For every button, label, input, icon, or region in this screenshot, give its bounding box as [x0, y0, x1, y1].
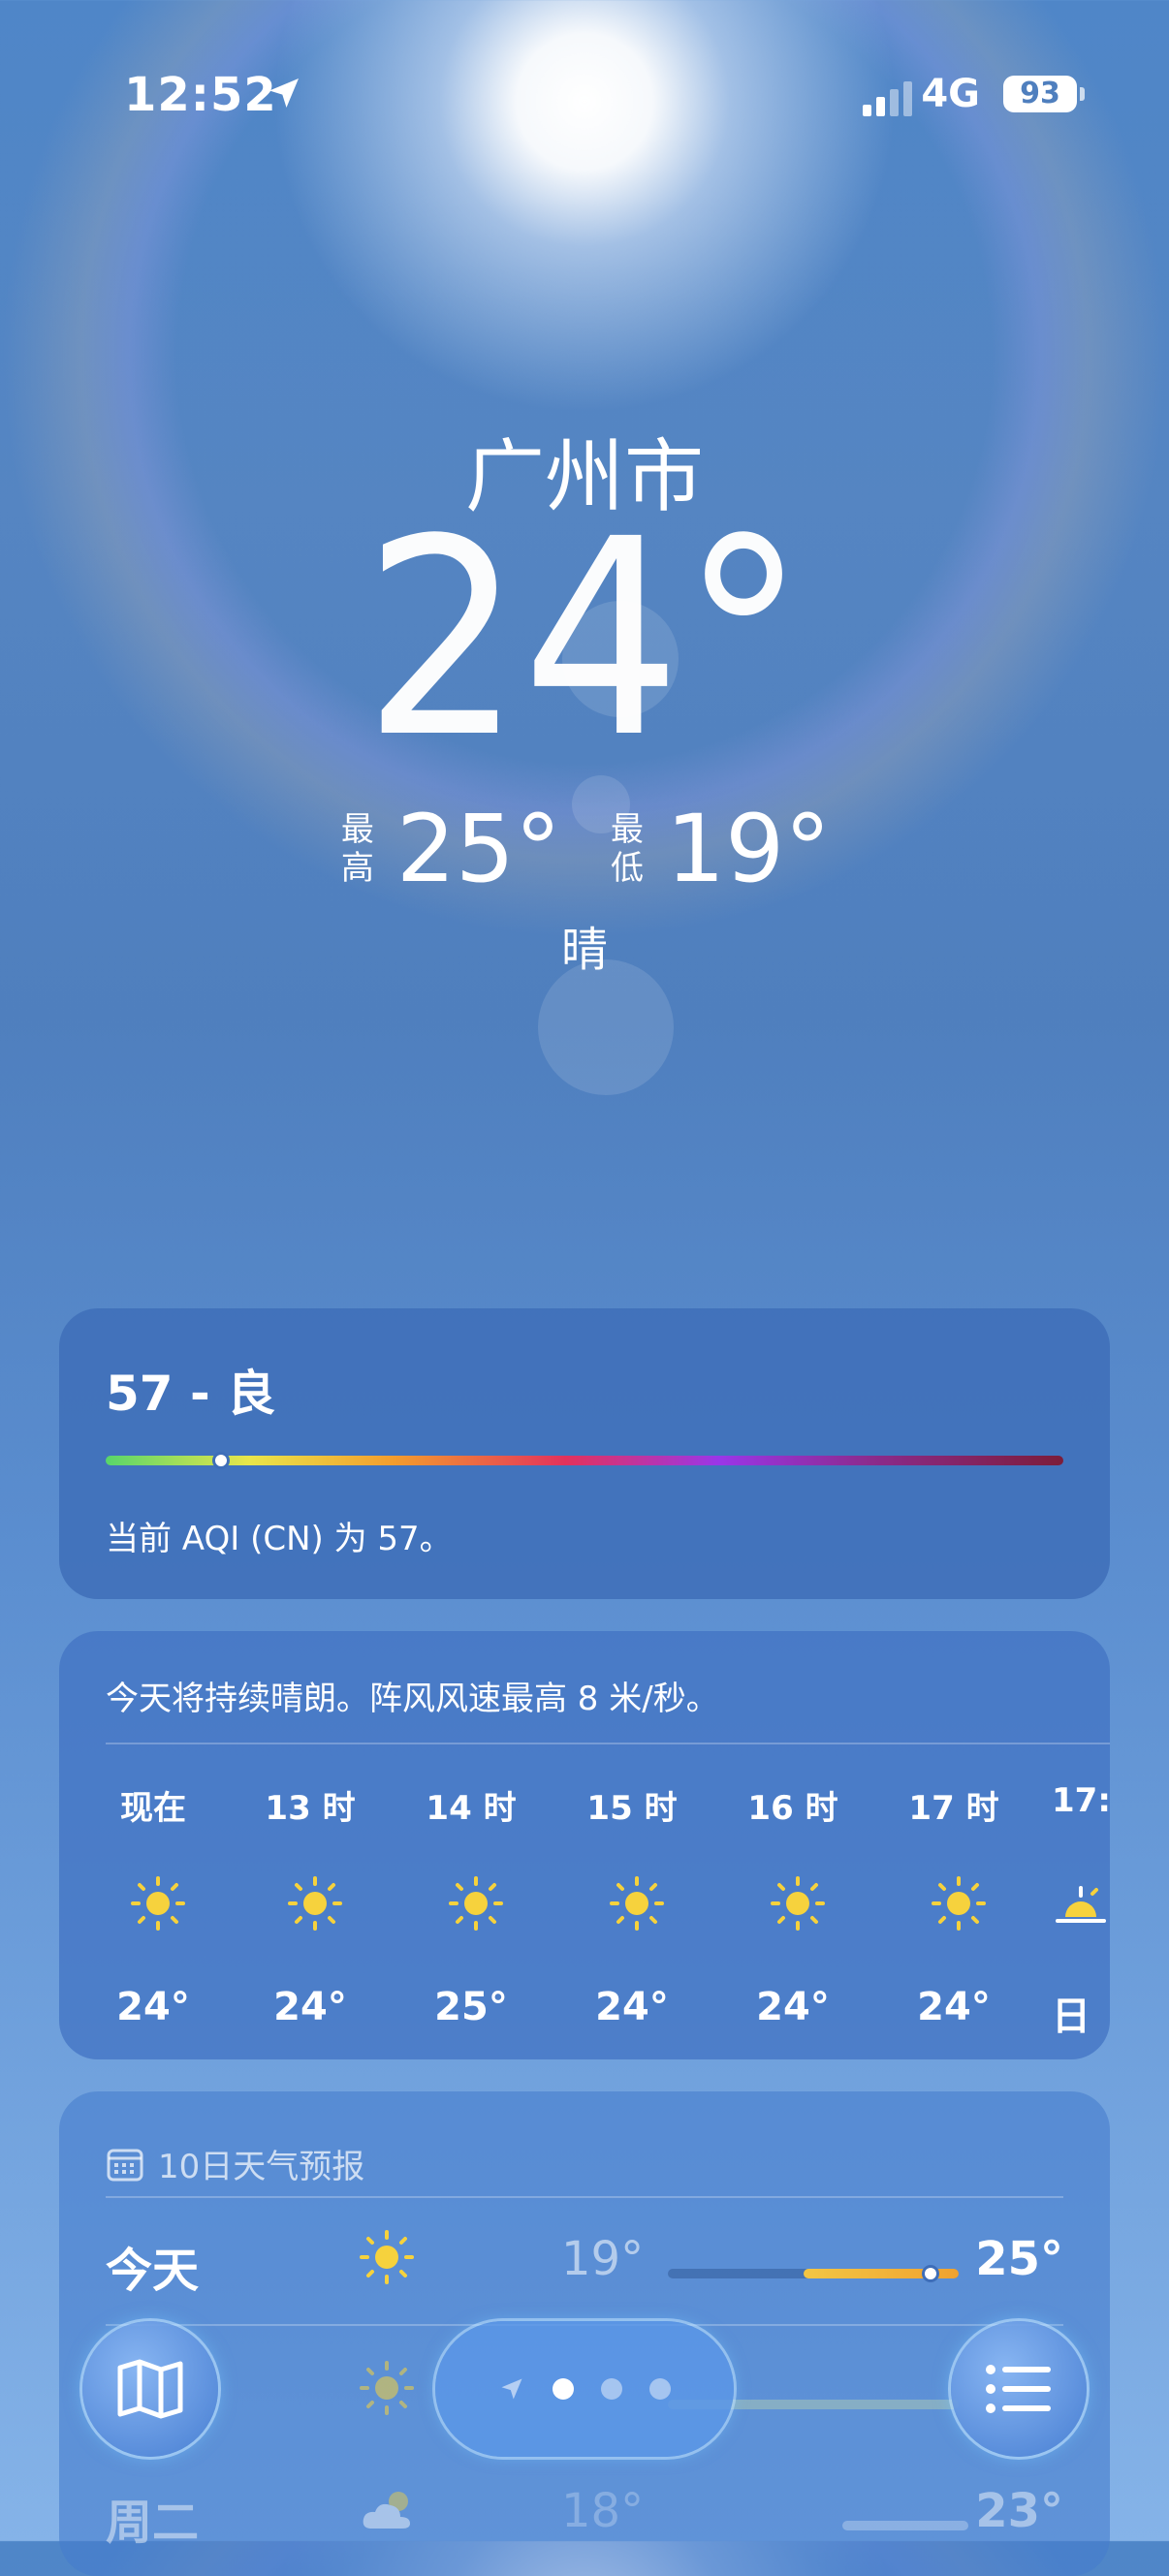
hour-item: 13 时 24° [247, 1781, 373, 2029]
hour-item: 15 时 24° [569, 1781, 695, 2029]
list-icon [986, 2365, 1051, 2413]
hour-item: 17 时 24° [891, 1781, 1017, 2029]
sun-icon [932, 1876, 986, 1931]
day-high: 23° [975, 2484, 1063, 2538]
hour-item: 17: 日 [1052, 1781, 1110, 2039]
hour-label: 16 时 [747, 1789, 838, 1828]
sun-icon [360, 2230, 414, 2284]
status-bar: 12:52 4G 93 [124, 68, 1085, 126]
hour-label: 17 时 [908, 1789, 999, 1828]
hour-item: 16 时 24° [730, 1781, 856, 2029]
map-button[interactable] [82, 2321, 218, 2457]
temp-range-bar [668, 2265, 959, 2282]
hour-item: 现在 24° [106, 1781, 216, 2029]
page-dot[interactable] [649, 2378, 671, 2400]
divider [106, 2196, 1063, 2198]
sun-icon [360, 2361, 414, 2415]
hour-temp: 24° [273, 1985, 347, 2029]
sun-icon [449, 1876, 503, 1931]
hour-label: 17: [1052, 1781, 1110, 1820]
day-name: 周二 [106, 2496, 200, 2550]
low-temp: 19° [666, 795, 832, 903]
high-low: 最高 25° 最低 19° [0, 795, 1169, 903]
hour-temp: 24° [756, 1985, 830, 2029]
day-row[interactable]: 今天 19° 25° [106, 2230, 1063, 2309]
partly-cloudy-icon [363, 2492, 410, 2529]
hour-label: 现在 [120, 1789, 186, 1828]
location-arrow-icon[interactable] [498, 2375, 525, 2403]
temp-range-bar [842, 2521, 968, 2530]
hour-label: 13 时 [265, 1789, 356, 1828]
page-dot[interactable] [601, 2378, 622, 2400]
hour-temp: 24° [917, 1985, 991, 2029]
low-label: 最低 [611, 810, 644, 888]
aqi-indicator [212, 1452, 230, 1469]
divider [106, 1743, 1110, 1744]
cellular-signal-icon [863, 81, 912, 116]
lens-flare [538, 959, 674, 1095]
battery-tip [1080, 87, 1085, 101]
condition: 晴 [560, 923, 608, 977]
page-dot[interactable] [553, 2378, 574, 2400]
hour-temp: 25° [434, 1985, 508, 2029]
sunset-icon [1056, 1886, 1106, 1923]
aqi-title: 57 - 良 [106, 1366, 276, 1422]
hour-temp: 24° [595, 1985, 669, 2029]
hourly-forecast-card[interactable]: 今天将持续晴朗。阵风风速最高 8 米/秒。 现在 24° 13 时 24° 14… [59, 1631, 1110, 2059]
hour-label: 15 时 [586, 1789, 678, 1828]
day-low: 19° [561, 2232, 645, 2286]
list-button[interactable] [951, 2321, 1087, 2457]
sun-icon [771, 1876, 825, 1931]
hour-temp: 日 [1052, 1995, 1090, 2039]
hour-label: 14 时 [426, 1789, 517, 1828]
hour-item: 14 时 25° [408, 1781, 534, 2029]
hour-temp: 24° [116, 1985, 190, 2029]
hourly-list[interactable]: 现在 24° 13 时 24° 14 时 25° 15 时 24° 16 时 2… [106, 1781, 1110, 2043]
day-high: 25° [975, 2232, 1063, 2286]
daily-header: 10日天气预报 [106, 2140, 364, 2187]
sun-icon [288, 1876, 342, 1931]
calendar-icon [107, 2149, 143, 2181]
current-temperature: 24° [363, 482, 806, 798]
page-indicator[interactable] [435, 2321, 734, 2457]
map-icon [117, 2359, 183, 2419]
aqi-card[interactable]: 57 - 良 当前 AQI (CN) 为 57。 [59, 1308, 1110, 1599]
location-arrow-icon [269, 79, 299, 108]
daily-header-label: 10日天气预报 [158, 2148, 365, 2186]
day-name: 今天 [106, 2244, 200, 2298]
sun-icon [131, 1876, 185, 1931]
hourly-summary: 今天将持续晴朗。阵风风速最高 8 米/秒。 [106, 1680, 719, 1718]
high-label: 最高 [340, 810, 374, 888]
battery-icon: 93 [1003, 76, 1077, 112]
current-temp-dot [922, 2265, 939, 2282]
aqi-description: 当前 AQI (CN) 为 57。 [106, 1520, 453, 1558]
sun-icon [610, 1876, 664, 1931]
network-type: 4G [921, 72, 980, 116]
high-temp: 25° [395, 795, 561, 903]
status-time: 12:52 [124, 68, 277, 122]
aqi-scale-bar [106, 1452, 1063, 1469]
day-low: 18° [561, 2484, 645, 2538]
day-row[interactable]: 周二 18° 23° [106, 2484, 1063, 2561]
